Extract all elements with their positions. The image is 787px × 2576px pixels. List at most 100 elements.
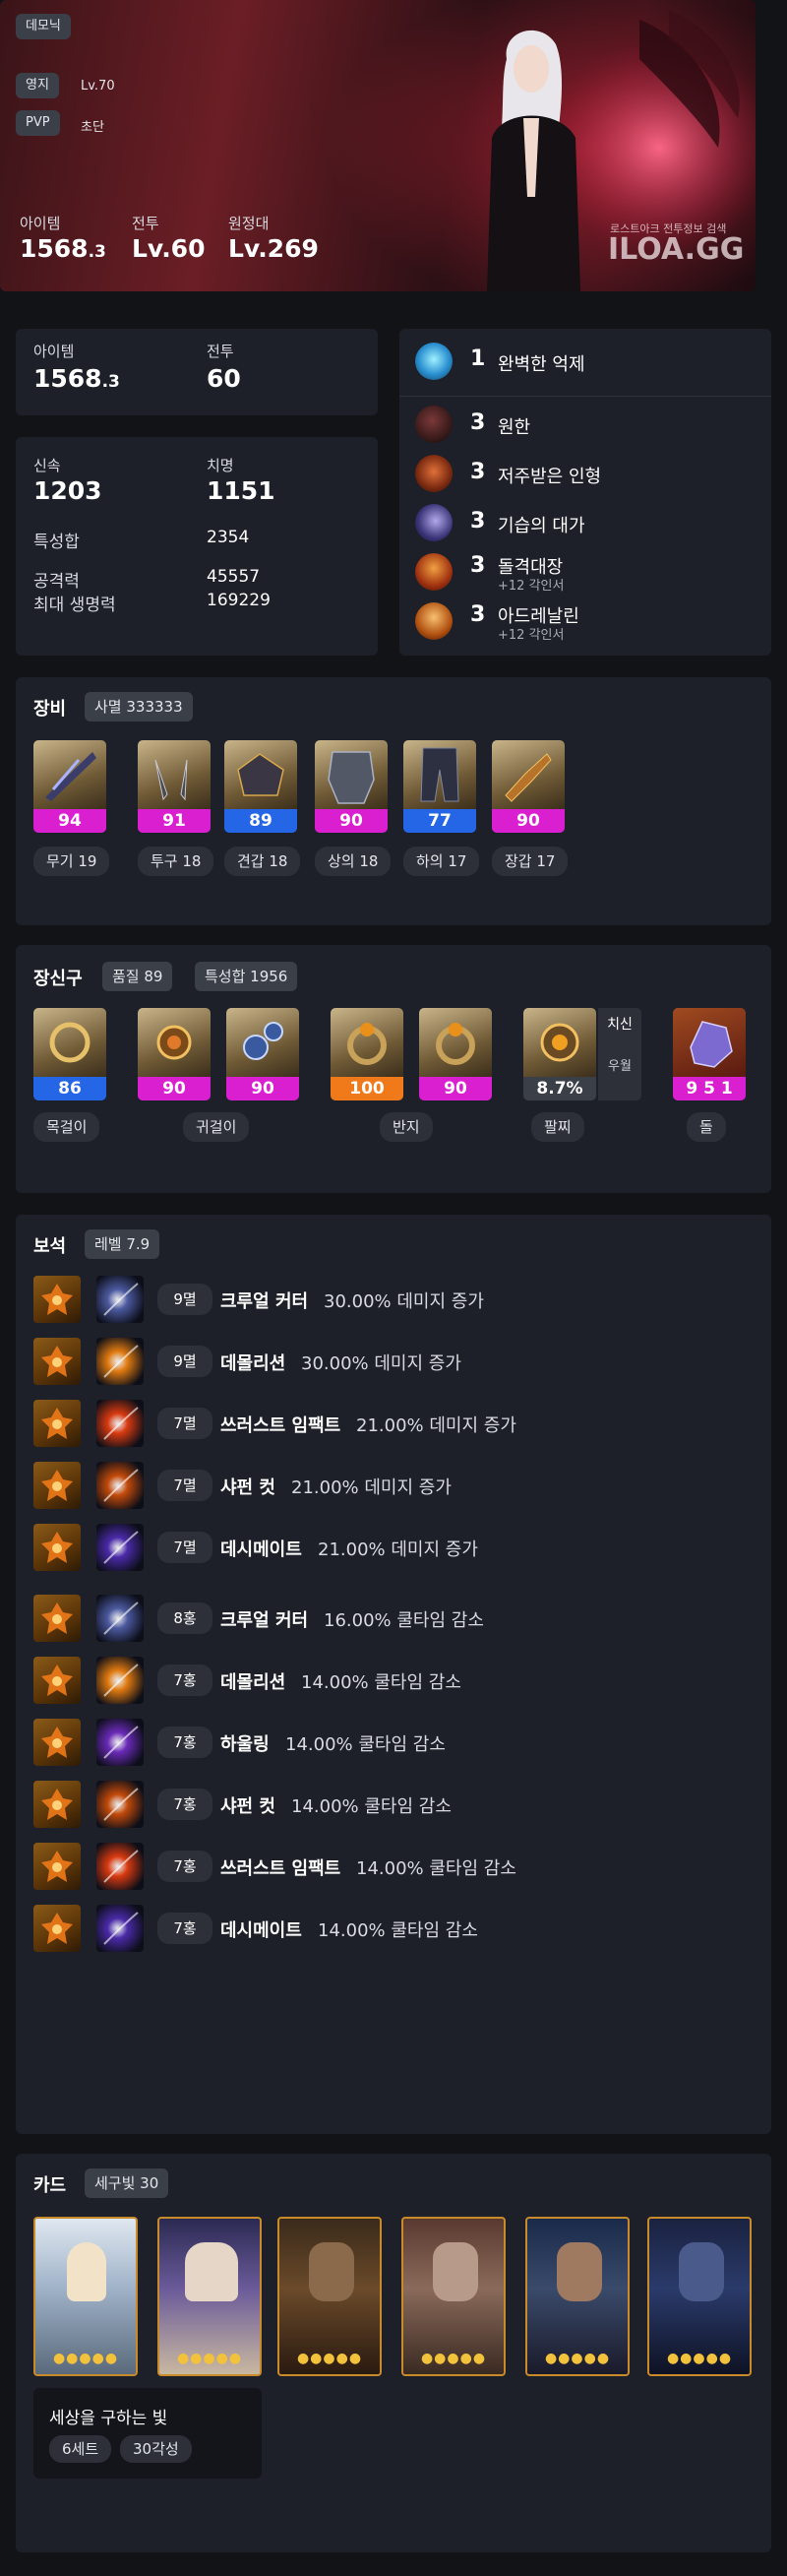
card-awakening-stars: ●●●●● — [666, 2351, 733, 2366]
equipment-shoulder[interactable]: 89 — [224, 740, 297, 833]
hero-item-label: 아이템 — [20, 215, 61, 232]
accessory-ring-2[interactable]: 90 — [419, 1008, 492, 1100]
gem-skill-name: 데몰리션 — [220, 1672, 286, 1693]
hero-expedition-label: 원정대 — [228, 215, 270, 232]
card-bahuntur-icon — [557, 2242, 602, 2301]
card-awakening-stars: ●●●●● — [544, 2351, 611, 2366]
howling-icon — [96, 1719, 144, 1766]
helmet-icon — [138, 740, 211, 809]
gem-level: 9멸 — [157, 1284, 212, 1315]
quality-bar: 91 — [138, 809, 211, 833]
gem-row[interactable]: 9멸 데몰리션 30.00% 데미지 증가 — [33, 1338, 742, 1385]
card-bahuntur[interactable]: ●●●●● — [525, 2217, 630, 2376]
gem-skill-name: 크루얼 커터 — [220, 1291, 309, 1312]
demolition-icon — [96, 1657, 144, 1704]
equipment-weapon[interactable]: 94 — [33, 740, 106, 833]
equipment-set-badge: 사멸 333333 — [85, 692, 193, 722]
card-azena[interactable]: ●●●●● — [277, 2217, 382, 2376]
pants-icon — [403, 740, 476, 809]
gem-icon — [33, 1905, 81, 1952]
gem-row[interactable]: 7홍 데시메이트 14.00% 쿨타임 감소 — [33, 1905, 742, 1952]
card-azena-icon — [309, 2242, 354, 2301]
equipment-pants-label: 하의 17 — [403, 847, 480, 876]
gem-row[interactable]: 7홍 샤펀 컷 14.00% 쿨타임 감소 — [33, 1781, 742, 1828]
gem-icon — [33, 1400, 81, 1447]
gem-row[interactable]: 7멸 쓰러스트 임팩트 21.00% 데미지 증가 — [33, 1400, 742, 1447]
quality-bar: 89 — [224, 809, 297, 833]
quality-bar: 94 — [33, 809, 106, 833]
quality-bar: 77 — [403, 809, 476, 833]
ring-icon — [331, 1008, 403, 1077]
stone-icon — [673, 1008, 746, 1077]
cruel-cutter-icon — [96, 1276, 144, 1323]
gem-level: 7홍 — [157, 1851, 212, 1882]
demolition-icon — [96, 1338, 144, 1385]
engraving-name: 기습의 대가 — [498, 516, 585, 536]
card-awakening-stars: ●●●●● — [296, 2351, 363, 2366]
equipment-gloves[interactable]: 90 — [492, 740, 565, 833]
engraving-count: 3 — [470, 553, 486, 578]
card-set-box: 세상을 구하는 빛 6세트 30각성 — [33, 2388, 262, 2479]
accessory-earring-2[interactable]: 90 — [226, 1008, 299, 1100]
engraving-count: 3 — [470, 509, 486, 534]
accessory-bracelet[interactable]: 8.7% — [523, 1008, 596, 1100]
equipment-pants[interactable]: 77 — [403, 740, 476, 833]
gem-icon — [33, 1657, 81, 1704]
gem-effect: 21.00% 데미지 증가 — [318, 1539, 478, 1560]
card-ninave[interactable]: ●●●●● — [157, 2217, 262, 2376]
gem-row[interactable]: 7멸 샤펀 컷 21.00% 데미지 증가 — [33, 1462, 742, 1509]
gem-effect: 14.00% 쿨타임 감소 — [318, 1920, 478, 1941]
card-kadan-icon — [67, 2242, 106, 2301]
character-banner: 데모닉 영지 Lv.70 PVP 초단 아이템 1568.3 전투 Lv.60 … — [0, 0, 756, 291]
gem-effect: 14.00% 쿨타임 감소 — [285, 1734, 446, 1755]
accessories-stat-badge: 특성합 1956 — [195, 962, 298, 991]
chest-icon — [315, 740, 388, 809]
thrust-impact-icon — [96, 1400, 144, 1447]
card-awakening-total: 30각성 — [120, 2435, 192, 2463]
card-silian[interactable]: ●●●●● — [647, 2217, 752, 2376]
gem-row[interactable]: 7홍 쓰러스트 임팩트 14.00% 쿨타임 감소 — [33, 1843, 742, 1890]
bracelet-value-bar: 8.7% — [523, 1077, 596, 1100]
gem-icon — [33, 1843, 81, 1890]
equipment-helmet[interactable]: 91 — [138, 740, 211, 833]
accessory-earring-1[interactable]: 90 — [138, 1008, 211, 1100]
gem-row[interactable]: 7멸 데시메이트 21.00% 데미지 증가 — [33, 1524, 742, 1571]
accessory-ring-1[interactable]: 100 — [331, 1008, 403, 1100]
gem-skill-name: 데시메이트 — [220, 1539, 302, 1560]
gem-row[interactable]: 7홍 하울링 14.00% 쿨타임 감소 — [33, 1719, 742, 1766]
engravings-panel — [399, 329, 771, 656]
accessory-stone[interactable]: 9 5 1 — [673, 1008, 746, 1100]
gem-row[interactable]: 7홍 데몰리션 14.00% 쿨타임 감소 — [33, 1657, 742, 1704]
gem-skill-name: 크루얼 커터 — [220, 1610, 309, 1631]
engraving-name: 완벽한 억제 — [498, 354, 585, 375]
gem-row[interactable]: 8홍 크루얼 커터 16.00% 쿨타임 감소 — [33, 1595, 742, 1642]
engraving-count: 3 — [470, 410, 486, 435]
card-shandi[interactable]: ●●●●● — [401, 2217, 506, 2376]
equipment-gloves-label: 장갑 17 — [492, 847, 569, 876]
card-silian-icon — [679, 2242, 724, 2301]
gem-skill-name: 하울링 — [220, 1734, 270, 1755]
decimate-icon — [96, 1524, 144, 1571]
quality-bar: 90 — [419, 1077, 492, 1100]
accessory-label-stone: 돌 — [687, 1112, 726, 1142]
stat-crit-value: 1151 — [207, 476, 275, 505]
quality-bar: 100 — [331, 1077, 403, 1100]
engraving-count: 3 — [470, 460, 486, 484]
equipment-chest[interactable]: 90 — [315, 740, 388, 833]
bracelet-stat: 치신 — [607, 1017, 633, 1033]
engraving-book: +12 각인서 — [498, 579, 565, 594]
card-set-count: 6세트 — [49, 2435, 112, 2463]
summary-item-level: 1568.3 — [33, 364, 120, 393]
necklace-icon — [33, 1008, 106, 1077]
card-kadan[interactable]: ●●●●● — [33, 2217, 138, 2376]
bracelet-stat-box: 치신 우월 — [598, 1008, 641, 1100]
hero-battle-level: Lv.60 — [132, 234, 206, 263]
accessory-necklace[interactable]: 86 — [33, 1008, 106, 1100]
stat-crit-label: 치명 — [207, 457, 234, 474]
stat-swift-label: 신속 — [33, 457, 61, 474]
gem-icon — [33, 1595, 81, 1642]
gem-level: 9멸 — [157, 1346, 212, 1377]
cruel-cutter-icon — [96, 1595, 144, 1642]
gem-row[interactable]: 9멸 크루얼 커터 30.00% 데미지 증가 — [33, 1276, 742, 1323]
gem-level: 7멸 — [157, 1408, 212, 1439]
